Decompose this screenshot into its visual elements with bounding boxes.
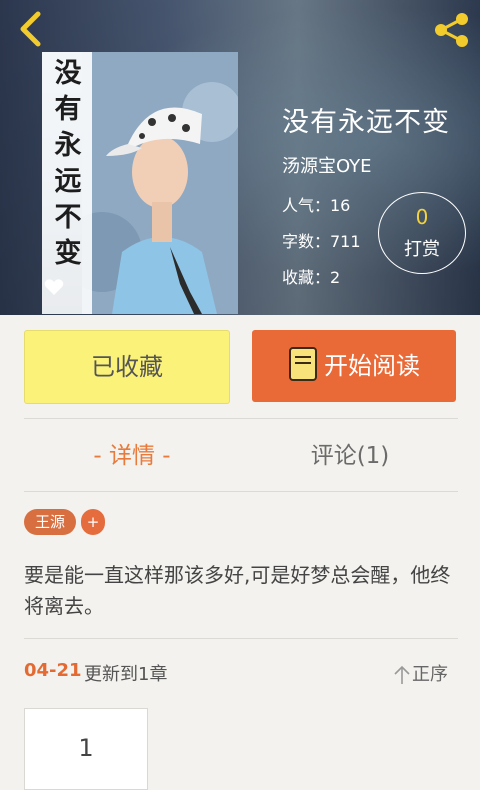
add-tag-button[interactable]: +	[81, 509, 105, 535]
cover-title-char: 没	[54, 58, 82, 89]
divider	[24, 638, 458, 639]
book-title: 没有永远不变	[282, 107, 450, 138]
cover-title-char: 远	[54, 166, 82, 197]
sort-order-button[interactable]: 正序	[392, 660, 448, 686]
arrow-up-icon	[394, 665, 410, 684]
popularity-stat: 人气：16	[282, 196, 351, 215]
start-reading-button[interactable]: 开始阅读	[252, 330, 456, 402]
back-button[interactable]	[14, 10, 48, 48]
sort-order-label: 正序	[412, 664, 448, 685]
update-date: 04-21	[24, 660, 82, 681]
heart-icon	[44, 279, 64, 295]
cover-title-char: 有	[54, 94, 82, 125]
tab-details[interactable]: - 详情 -	[32, 436, 232, 470]
start-reading-label: 开始阅读	[324, 352, 420, 380]
update-status: 更新到1章	[84, 664, 168, 685]
tip-button[interactable]: 0 打赏	[378, 192, 466, 274]
favorites-stat: 收藏：2	[282, 268, 341, 287]
cover-title: 没 有 永 远 不 变	[52, 56, 84, 272]
share-button[interactable]	[432, 12, 470, 48]
divider	[24, 418, 458, 419]
share-icon	[435, 13, 468, 47]
tip-label: 打赏	[404, 239, 440, 260]
book-icon	[289, 347, 317, 381]
cover-title-char: 永	[54, 130, 82, 161]
book-author[interactable]: 汤源宝OYE	[282, 152, 372, 178]
cover-title-char: 不	[54, 202, 82, 233]
cover-photo	[82, 52, 238, 314]
book-description: 要是能一直这样那该多好,可是好梦总会醒，他终将离去。	[24, 563, 451, 618]
chapter-item[interactable]: 1	[24, 708, 148, 790]
word-count-stat: 字数：711	[282, 232, 361, 251]
book-cover: 没 有 永 远 不 变	[42, 52, 238, 314]
tip-count: 0	[415, 205, 429, 229]
cover-title-char: 变	[54, 238, 82, 269]
chevron-left-icon	[20, 11, 41, 47]
tag-chip[interactable]: 王源	[24, 509, 76, 535]
favorite-button[interactable]: 已收藏	[24, 330, 230, 404]
divider	[24, 491, 458, 492]
tab-comments[interactable]: 评论(1)	[250, 436, 450, 470]
